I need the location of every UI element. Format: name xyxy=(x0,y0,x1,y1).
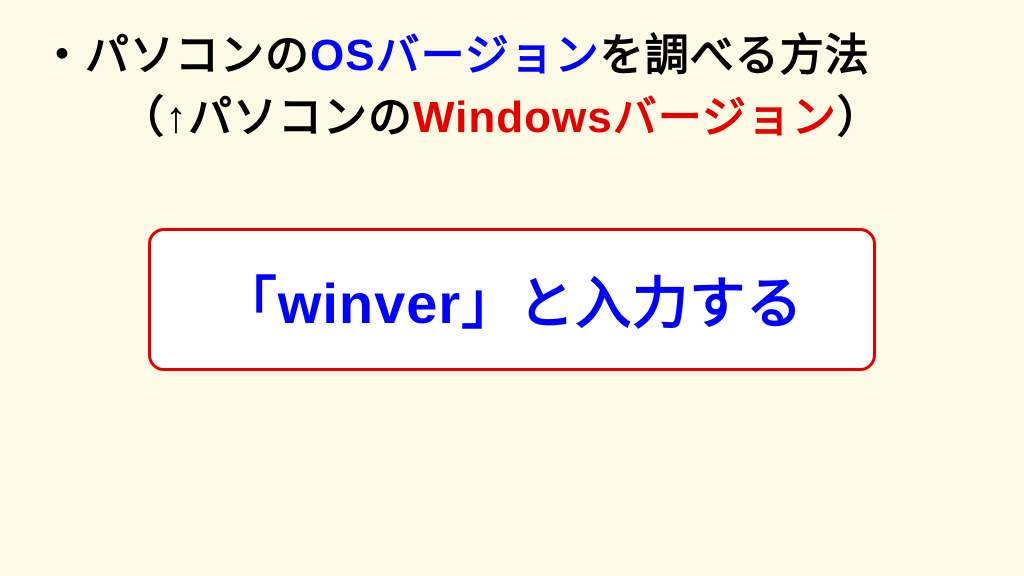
instruction-box: 「winver」と入力する xyxy=(148,228,876,371)
heading-suffix: を調べる方法 xyxy=(600,31,870,80)
instruction-area: 「winver」と入力する xyxy=(40,228,984,371)
slide-container: ・パソコンのOSバージョンを調べる方法 （↑パソコンのWindowsバージョン）… xyxy=(0,0,1024,396)
os-version-text: OSバージョン xyxy=(310,31,600,80)
subheading-suffix: ） xyxy=(837,93,882,142)
subheading-prefix: （↑パソコンの xyxy=(120,93,413,142)
heading-line-2: （↑パソコンのWindowsバージョン） xyxy=(40,87,984,149)
heading-line-1: ・パソコンのOSバージョンを調べる方法 xyxy=(40,25,984,87)
instruction-text: 「winver」と入力する xyxy=(221,259,803,340)
heading-prefix: ・パソコンの xyxy=(40,31,310,80)
windows-version-text: Windowsバージョン xyxy=(413,93,837,142)
